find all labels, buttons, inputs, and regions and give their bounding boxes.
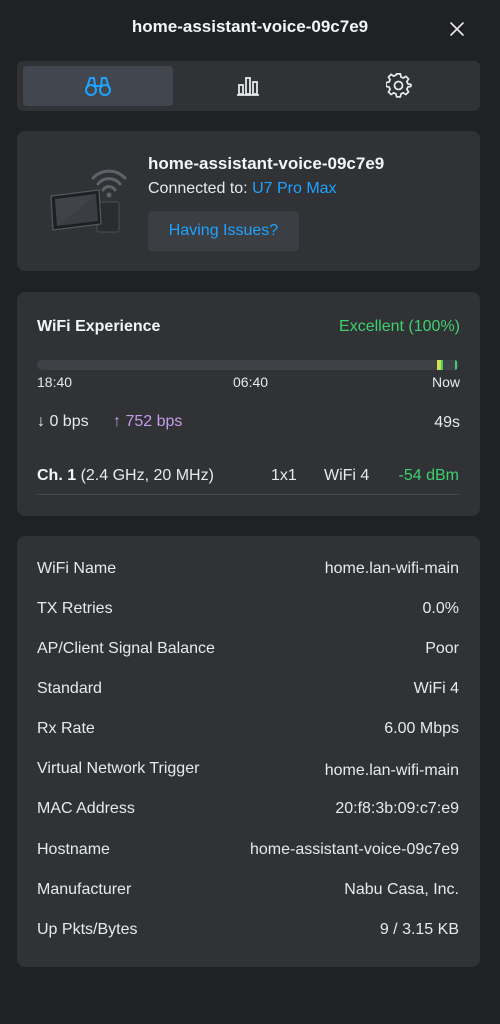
device-card: home-assistant-voice-09c7e9 Connected to… [17, 131, 480, 271]
experience-timeline-bar[interactable] [37, 360, 459, 370]
detail-key: Up Pkts/Bytes [37, 921, 138, 938]
download-rate-value: 0 bps [49, 413, 89, 430]
detail-row: TX Retries 0.0% [37, 600, 459, 622]
binoculars-icon [85, 77, 111, 96]
upload-rate-value: 752 bps [125, 413, 183, 430]
wifi-experience-label: WiFi Experience [37, 318, 161, 335]
details-card: WiFi Name home.lan-wifi-main TX Retries … [17, 536, 480, 967]
detail-row: AP/Client Signal Balance Poor [37, 640, 459, 662]
detail-row: Virtual Network Trigger home.lan-wifi-ma… [37, 760, 459, 782]
bar-chart-icon [237, 77, 259, 96]
arrow-down-icon: ↓ [37, 413, 45, 430]
timeline-segment-good [441, 360, 443, 370]
connected-label: Connected to: [148, 180, 248, 197]
connection-status: Connected to: U7 Pro Max [148, 180, 337, 198]
detail-value: 0.0% [422, 600, 459, 617]
timeline-tick-mid: 06:40 [233, 374, 269, 390]
timeline-tick-now: Now [431, 374, 460, 390]
having-issues-button[interactable]: Having Issues? [148, 211, 299, 251]
timeline-segment-good-now [455, 360, 457, 370]
detail-key: Virtual Network Trigger [37, 760, 200, 777]
detail-row: WiFi Name home.lan-wifi-main [37, 560, 459, 582]
timeline-tick-start: 18:40 [37, 374, 73, 390]
detail-row: Standard WiFi 4 [37, 680, 459, 702]
detail-key: Rx Rate [37, 720, 95, 737]
detail-value: home.lan-wifi-main [324, 560, 459, 577]
signal-strength: -54 dBm [398, 467, 459, 484]
panel-header: home-assistant-voice-09c7e9 [0, 0, 500, 58]
channel-detail: (2.4 GHz, 20 MHz) [80, 467, 214, 484]
detail-value: home-assistant-voice-09c7e9 [250, 841, 459, 858]
arrow-up-icon: ↑ [113, 413, 121, 430]
detail-row: Manufacturer Nabu Casa, Inc. [37, 881, 459, 903]
detail-value: home.lan-wifi-main [324, 762, 459, 779]
detail-value: 20:f8:3b:09:c7:e9 [335, 800, 459, 817]
tab-statistics[interactable] [173, 66, 323, 106]
detail-value: Poor [425, 640, 459, 657]
detail-key: WiFi Name [37, 560, 117, 577]
detail-value: WiFi 4 [413, 680, 459, 697]
tab-settings[interactable] [324, 66, 474, 106]
upload-rate: ↑ 752 bps [113, 413, 182, 431]
channel-row: Ch. 1 (2.4 GHz, 20 MHz) 1x1 WiFi 4 -54 d… [37, 467, 459, 495]
channel-number: Ch. 1 [37, 467, 77, 484]
detail-value: 6.00 Mbps [384, 720, 459, 737]
detail-key: Standard [37, 680, 102, 697]
detail-value: Nabu Casa, Inc. [344, 881, 459, 898]
access-point-link[interactable]: U7 Pro Max [252, 180, 336, 197]
detail-key: TX Retries [37, 600, 113, 617]
detail-row: Rx Rate 6.00 Mbps [37, 720, 459, 742]
detail-key: Manufacturer [37, 881, 132, 898]
detail-key: MAC Address [37, 800, 135, 817]
connection-duration: 49s [434, 414, 460, 431]
detail-row: MAC Address 20:f8:3b:09:c7:e9 [37, 800, 459, 822]
detail-value: 9 / 3.15 KB [379, 921, 459, 938]
tab-bar [17, 61, 480, 111]
tab-overview[interactable] [23, 66, 173, 106]
mimo-streams: 1x1 [271, 467, 297, 484]
close-icon [450, 22, 464, 36]
channel-info: Ch. 1 (2.4 GHz, 20 MHz) [37, 467, 214, 485]
detail-row: Up Pkts/Bytes 9 / 3.15 KB [37, 921, 459, 943]
panel-title: home-assistant-voice-09c7e9 [131, 17, 369, 36]
close-button[interactable] [446, 18, 468, 40]
wireless-device-icon [47, 166, 127, 236]
wifi-experience-card: WiFi Experience Excellent (100%) 18:40 0… [17, 292, 480, 516]
detail-key: Hostname [37, 841, 110, 858]
wifi-experience-value: Excellent (100%) [339, 318, 460, 335]
detail-row: Hostname home-assistant-voice-09c7e9 [37, 841, 459, 863]
device-name: home-assistant-voice-09c7e9 [148, 154, 385, 173]
gear-icon [386, 73, 412, 98]
download-rate: ↓ 0 bps [37, 413, 89, 431]
wifi-standard: WiFi 4 [324, 467, 370, 484]
detail-key: AP/Client Signal Balance [37, 640, 215, 657]
